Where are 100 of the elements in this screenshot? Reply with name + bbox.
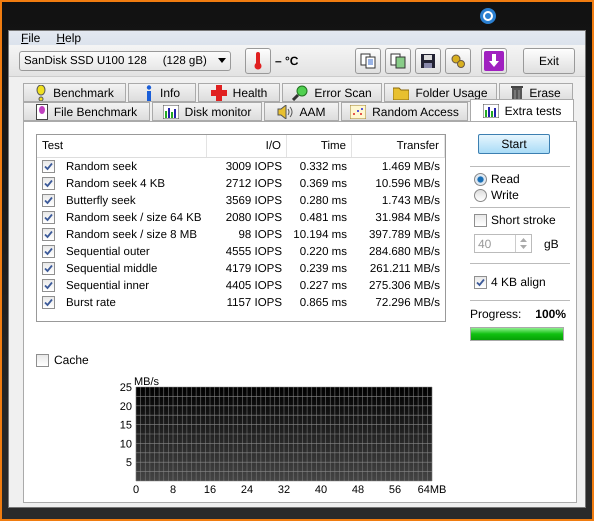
tab[interactable]: Folder Usage [384, 83, 497, 102]
tab[interactable]: Random Access [341, 102, 468, 121]
gears-icon [450, 52, 466, 69]
time-value: 0.239 ms [298, 262, 348, 274]
checkbox[interactable] [42, 296, 55, 309]
y-axis-label: MB/s [134, 377, 160, 388]
checkbox[interactable] [42, 262, 55, 275]
spin-arrows-icon [520, 238, 527, 249]
x-tick-label: 8 [170, 484, 176, 496]
checkbox[interactable] [42, 211, 55, 224]
temperature-reading: – °C [275, 54, 298, 68]
radio-button[interactable] [474, 188, 487, 202]
test-name: Random seek 4 KB [65, 178, 166, 190]
checkbox[interactable] [474, 276, 487, 288]
y-tick-label: 10 [120, 438, 132, 450]
radio-label: Read [491, 172, 520, 186]
column-header[interactable]: Time [287, 135, 352, 157]
transfer-value: 1.743 MB/s [380, 194, 441, 206]
plus-icon [210, 84, 227, 100]
tab[interactable]: Info [128, 83, 196, 102]
x-tick-label: 64MB [418, 484, 446, 496]
test-name: Sequential outer [65, 246, 151, 258]
progress-value: 100% [535, 307, 566, 321]
speaker-icon [277, 104, 294, 118]
bar-graph-icon [162, 104, 179, 118]
update-button[interactable] [481, 48, 507, 74]
test-name: Sequential inner [65, 280, 150, 292]
iops-value: 4555 IOPS [224, 246, 283, 258]
y-tick-label: 15 [120, 420, 132, 432]
test-name: Random seek [65, 160, 138, 172]
x-tick-label: 32 [278, 484, 290, 496]
x-tick-label: 40 [314, 484, 328, 496]
x-tick-label: 56 [388, 484, 402, 496]
time-value: 0.369 ms [298, 178, 348, 190]
iops-value: 3009 IOPS [224, 160, 283, 172]
time-value: 0.481 ms [298, 212, 348, 224]
copy-button[interactable] [355, 48, 381, 74]
tab[interactable]: Error Scan [282, 83, 382, 102]
x-tick-label: 24 [240, 484, 254, 496]
time-value: 0.227 ms [298, 280, 348, 292]
checkbox[interactable] [42, 177, 55, 190]
transfer-value: 1.469 MB/s [380, 160, 441, 172]
magnifier-icon [292, 84, 308, 100]
iops-value: 4405 IOPS [224, 280, 283, 292]
copy-image-icon [390, 52, 406, 69]
menu-item[interactable]: File [21, 31, 40, 46]
checkbox-label: Short stroke [491, 213, 556, 227]
transfer-value: 275.306 MB/s [368, 280, 441, 292]
menu-item[interactable]: Help [56, 31, 82, 46]
x-tick-label: 0 [132, 484, 140, 496]
checkbox[interactable] [42, 228, 55, 241]
transfer-value: 284.680 MB/s [368, 246, 441, 258]
test-name: Random seek / size 8 MB [65, 228, 198, 240]
tab[interactable]: Disk monitor [152, 102, 262, 121]
transfer-value: 10.596 MB/s [374, 178, 441, 190]
checkbox[interactable] [42, 194, 55, 207]
x-tick-label: 16 [204, 484, 216, 496]
temperature-button[interactable] [245, 48, 271, 74]
folder-icon [393, 86, 410, 100]
copy-icon [360, 52, 376, 69]
time-value: 0.280 ms [298, 194, 348, 206]
tab[interactable]: Extra tests [470, 99, 574, 121]
column-header[interactable]: I/O [207, 135, 287, 157]
tab[interactable]: File Benchmark [23, 102, 150, 121]
time-value: 10.194 ms [292, 228, 348, 240]
test-name: Burst rate [65, 296, 117, 308]
tab[interactable]: AAM [264, 102, 339, 121]
column-header[interactable]: Test [37, 135, 207, 157]
transfer-value: 397.789 MB/s [368, 228, 441, 240]
iops-value: 2080 IOPS [224, 212, 283, 224]
test-name: Butterfly seek [65, 194, 137, 206]
radio-label: Write [491, 188, 519, 202]
caret-icon [218, 58, 226, 64]
y-tick-label: 20 [120, 400, 132, 413]
settings-button[interactable] [445, 48, 471, 74]
checkbox[interactable] [42, 160, 55, 173]
time-value: 0.865 ms [298, 296, 348, 308]
column-header[interactable]: Transfer [352, 135, 445, 157]
radio-button[interactable] [474, 172, 487, 186]
checkbox-label: Cache [54, 353, 89, 367]
drive-dropdown[interactable]: SanDisk SSD U100 128 (128 gB) [19, 50, 231, 71]
checkbox[interactable] [42, 279, 55, 292]
start-button[interactable]: Start [478, 134, 550, 154]
iops-value: 1157 IOPS [226, 296, 283, 308]
save-button[interactable] [415, 48, 441, 74]
transfer-value: 31.984 MB/s [374, 212, 441, 224]
tab[interactable]: Health [198, 83, 280, 102]
transfer-value: 72.296 MB/s [374, 296, 441, 308]
chart-table-icon [482, 104, 499, 118]
copy-image-button[interactable] [385, 48, 411, 74]
time-value: 0.220 ms [298, 246, 348, 258]
exit-button[interactable]: Exit [523, 48, 575, 74]
y-tick-label: 25 [120, 382, 132, 394]
checkbox[interactable] [36, 354, 49, 366]
app-logo-icon [480, 8, 496, 24]
iops-value: 2712 IOPS [224, 178, 283, 190]
scatter-plot-icon [350, 104, 366, 118]
checkbox[interactable] [42, 245, 55, 258]
y-tick-label: 5 [126, 457, 132, 470]
tab[interactable]: Benchmark [23, 83, 126, 102]
